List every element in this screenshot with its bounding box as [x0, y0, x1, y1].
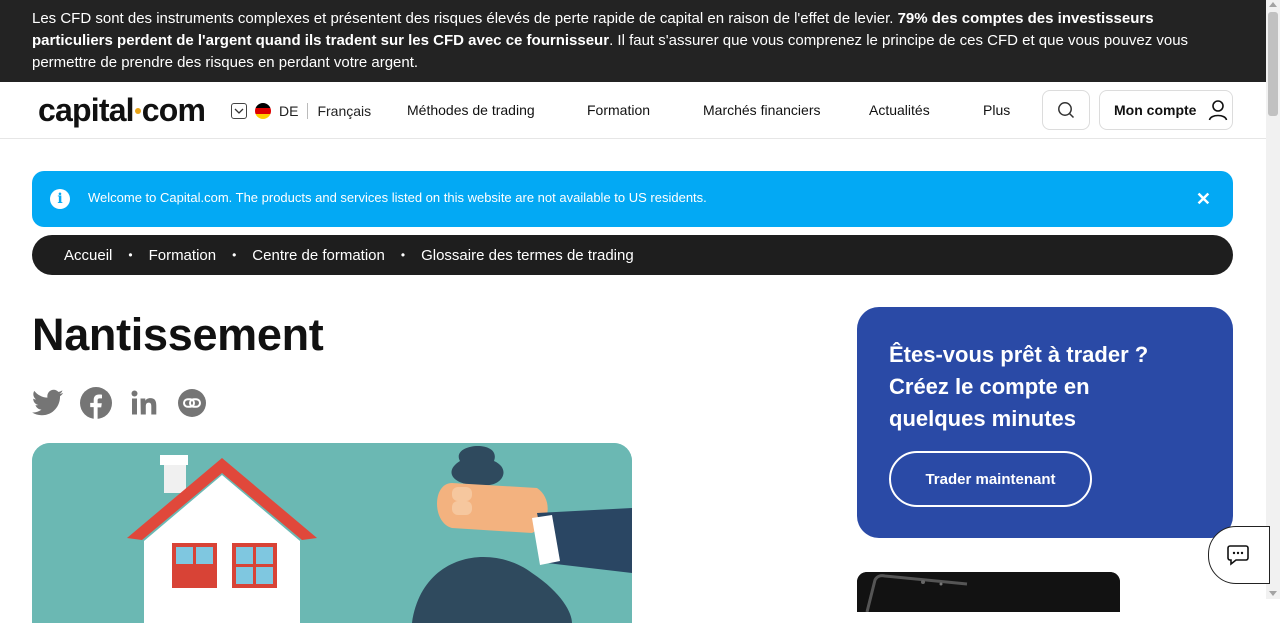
breadcrumb-home[interactable]: Accueil — [64, 247, 112, 264]
facebook-icon[interactable] — [80, 387, 112, 419]
my-account-button[interactable]: Mon compte — [1099, 90, 1233, 130]
notice-message: Welcome to Capital.com. The products and… — [88, 190, 707, 205]
nav-more[interactable]: Plus — [983, 102, 1010, 119]
breadcrumb-separator: • — [400, 248, 406, 262]
linkedin-icon[interactable] — [128, 387, 160, 419]
risk-warning-text: Les CFD sont des instruments complexes e… — [32, 10, 898, 27]
cta-title: Êtes-vous prêt à trader ? Créez le compt… — [889, 342, 1149, 431]
site-header: capital com DE Français Méthodes de tradi… — [0, 82, 1266, 139]
share-buttons — [32, 387, 224, 419]
close-icon[interactable]: ✕ — [1196, 189, 1211, 209]
breadcrumb-learning-center[interactable]: Centre de formation — [252, 247, 385, 264]
germany-flag-icon — [255, 103, 271, 119]
scroll-down-icon[interactable] — [1269, 591, 1277, 596]
promo-image[interactable] — [857, 572, 1120, 612]
language-label[interactable]: Français — [317, 103, 371, 119]
breadcrumb-separator: • — [128, 248, 133, 262]
logo-text-right: com — [141, 92, 206, 128]
twitter-icon[interactable] — [32, 387, 64, 419]
breadcrumb-glossary[interactable]: Glossaire des termes de trading — [421, 247, 634, 264]
my-account-label: Mon compte — [1114, 102, 1197, 118]
nav-news[interactable]: Actualités — [869, 102, 930, 119]
breadcrumb: Accueil • Formation • Centre de formatio… — [32, 235, 1233, 275]
nav-trading-methods[interactable]: Méthodes de trading — [407, 102, 535, 119]
search-button[interactable] — [1042, 90, 1090, 130]
chat-support-button[interactable] — [1208, 526, 1270, 584]
breadcrumb-formation[interactable]: Formation — [149, 247, 217, 264]
region-language-selector[interactable]: DE Français — [231, 102, 371, 120]
signup-cta-card: Êtes-vous prêt à trader ? Créez le compt… — [857, 307, 1233, 538]
chevron-down-icon[interactable] — [231, 103, 247, 119]
scrollbar-thumb[interactable] — [1268, 12, 1278, 116]
capital-com-logo[interactable]: capital com — [38, 91, 206, 129]
logo-text-left: capital — [38, 92, 135, 128]
article-hero-image — [32, 443, 632, 623]
region-code[interactable]: DE — [279, 103, 298, 119]
logo-dot — [134, 107, 141, 114]
nav-formation[interactable]: Formation — [587, 102, 650, 119]
page-scrollbar[interactable] — [1266, 0, 1280, 599]
risk-warning-banner: Les CFD sont des instruments complexes e… — [0, 0, 1266, 82]
page-title: Nantissement — [32, 309, 324, 360]
user-icon — [1209, 100, 1228, 121]
copy-link-icon[interactable] — [176, 387, 208, 419]
search-icon — [1058, 102, 1075, 119]
nav-financial-markets[interactable]: Marchés financiers — [703, 102, 821, 119]
trade-now-button[interactable]: Trader maintenant — [889, 451, 1092, 507]
info-icon: i — [50, 189, 70, 209]
us-residents-notice: i Welcome to Capital.com. The products a… — [32, 171, 1233, 227]
divider — [307, 103, 309, 119]
chat-icon — [1227, 545, 1249, 566]
breadcrumb-separator: • — [232, 248, 237, 262]
scroll-up-icon[interactable] — [1269, 2, 1277, 7]
